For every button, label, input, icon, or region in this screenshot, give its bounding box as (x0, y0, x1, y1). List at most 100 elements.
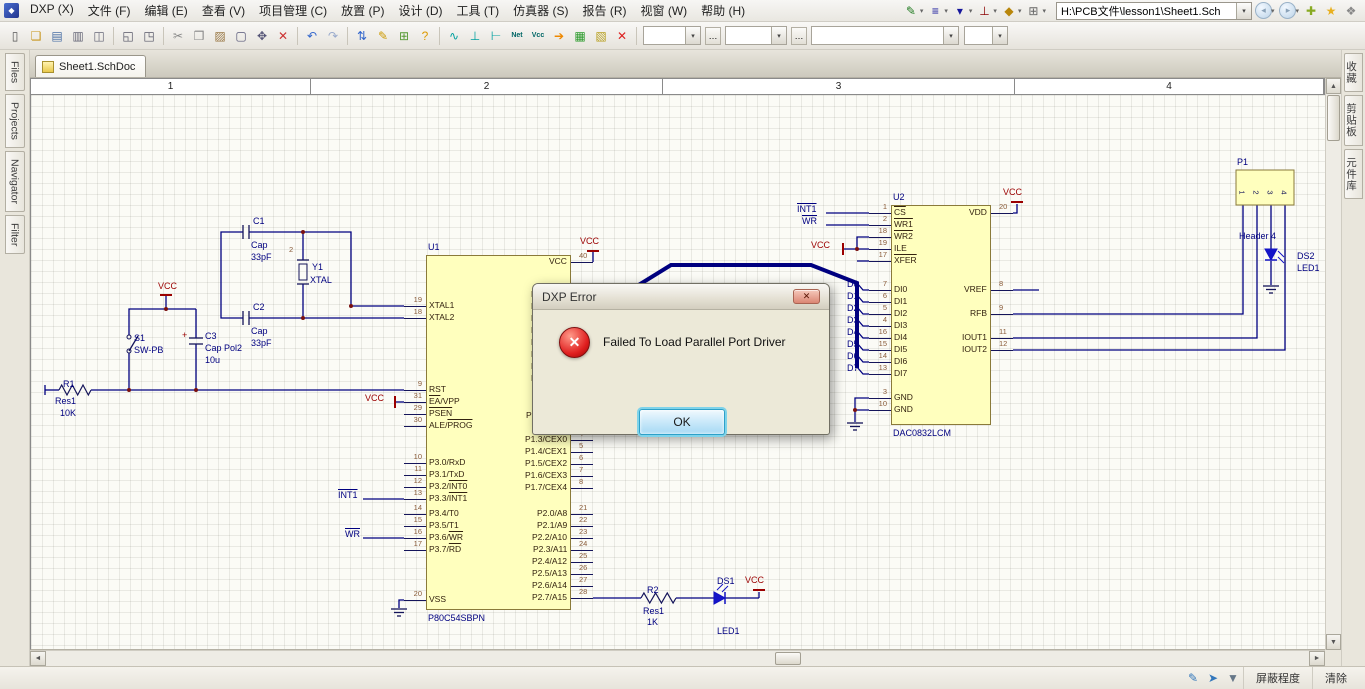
new-document-icon[interactable]: ▯ (5, 26, 25, 45)
close-icon[interactable]: ✕ (793, 289, 820, 304)
toolbar-combo-4[interactable]: ▾ (964, 26, 1008, 45)
dropdown-arrow-icon[interactable]: ▾ (1018, 7, 1022, 15)
menu-item[interactable]: 视窗 (W) (634, 0, 695, 21)
browse-library-icon[interactable]: ⊞ (394, 26, 414, 45)
menu-item[interactable]: 编辑 (E) (137, 0, 194, 21)
capacitor-c2-symbol[interactable] (243, 311, 249, 325)
dropdown-arrow-icon[interactable]: ▾ (920, 7, 924, 15)
address-combo[interactable]: ▾ (1056, 2, 1252, 20)
sim-wave-icon[interactable]: ∿ (444, 26, 464, 45)
place-bus-icon[interactable]: ≡ (925, 1, 945, 20)
net-label-icon[interactable]: Net (507, 26, 527, 45)
clear-selection-icon[interactable]: ✕ (273, 26, 293, 45)
sim-node1-icon[interactable]: ⊥ (465, 26, 485, 45)
place-part-icon[interactable]: ◆ (999, 1, 1019, 20)
stop-icon[interactable]: ✕ (612, 26, 632, 45)
toolbar-combo-3[interactable]: ▾ (811, 26, 959, 45)
dropdown-arrow-icon[interactable]: ▾ (944, 7, 948, 15)
ellipsis-button-2[interactable]: … (791, 27, 807, 45)
edit-icon[interactable]: ✎ (373, 26, 393, 45)
cross-probe-icon[interactable]: ⇅ (352, 26, 372, 45)
dropdown-arrow-icon[interactable]: ▾ (1295, 7, 1299, 15)
open-document-icon[interactable]: ❏ (26, 26, 46, 45)
toolbar-combo-1[interactable]: ▾ (643, 26, 701, 45)
grid-settings-icon[interactable]: ⊞ (1023, 1, 1043, 20)
power-port-icon[interactable]: Vcc (528, 26, 548, 45)
capacitor-c3-symbol[interactable] (189, 338, 203, 344)
menu-item[interactable]: 项目管理 (C) (252, 0, 334, 21)
menu-item[interactable]: 工具 (T) (450, 0, 507, 21)
scroll-left-icon[interactable]: ◄ (30, 651, 46, 666)
menu-item[interactable]: 报告 (R) (576, 0, 634, 21)
home-icon[interactable]: ✚ (1301, 1, 1321, 20)
menu-item[interactable]: 放置 (P) (334, 0, 391, 21)
select-area-icon[interactable]: ▢ (231, 26, 251, 45)
panel-tab-navigator[interactable]: Navigator (5, 151, 25, 212)
zoom-fit-icon[interactable]: ◳ (139, 26, 159, 45)
dropdown-arrow-icon[interactable]: ▾ (1271, 7, 1275, 15)
menu-item[interactable]: 查看 (V) (195, 0, 252, 21)
panel-tab[interactable]: 收藏 (1344, 53, 1363, 92)
led-ds1-symbol[interactable] (714, 584, 728, 604)
panel-tab[interactable]: 元件库 (1344, 149, 1363, 200)
ellipsis-button-1[interactable]: … (705, 27, 721, 45)
chevron-down-icon[interactable]: ▾ (992, 27, 1007, 44)
menu-item[interactable]: 文件 (F) (81, 0, 138, 21)
scroll-up-icon[interactable]: ▲ (1326, 78, 1341, 94)
panels-icon[interactable]: ❖ (1341, 1, 1361, 20)
panel-tab-files[interactable]: Files (5, 53, 25, 91)
vertical-scroll-thumb[interactable] (1327, 95, 1340, 141)
print-preview-icon[interactable]: ◫ (89, 26, 109, 45)
clear-button[interactable]: 清除 (1312, 667, 1359, 689)
dropdown-arrow-icon[interactable]: ▾ (969, 7, 973, 15)
dialog-title-bar[interactable]: DXP Error ✕ (533, 284, 829, 310)
status-filter-icon[interactable]: ▼ (1223, 669, 1243, 688)
matrix-icon[interactable]: ▦ (570, 26, 590, 45)
led-ds2-symbol[interactable] (1265, 249, 1284, 263)
save-icon[interactable]: ▤ (47, 26, 67, 45)
address-input[interactable] (1057, 5, 1236, 17)
redo-icon[interactable]: ↷ (323, 26, 343, 45)
undo-icon[interactable]: ↶ (302, 26, 322, 45)
panel-tab-projects[interactable]: Projects (5, 94, 25, 148)
chevron-down-icon[interactable]: ▾ (771, 27, 786, 44)
zoom-window-icon[interactable]: ◱ (118, 26, 138, 45)
dropdown-arrow-icon[interactable]: ▾ (1042, 7, 1046, 15)
place-wire-icon[interactable]: ✎ (901, 1, 921, 20)
horizontal-scroll-thumb[interactable] (775, 652, 801, 665)
copy-icon[interactable]: ❒ (189, 26, 209, 45)
cut-icon[interactable]: ✂ (168, 26, 188, 45)
favorites-icon[interactable]: ★ (1321, 1, 1341, 20)
capacitor-c1-symbol[interactable] (243, 225, 249, 239)
toolbar-combo-2[interactable]: ▾ (725, 26, 787, 45)
crystal-y1-symbol[interactable] (297, 260, 309, 284)
menu-item[interactable]: 设计 (D) (392, 0, 450, 21)
sheet-icon[interactable]: ▧ (591, 26, 611, 45)
status-jump-icon[interactable]: ➤ (1203, 669, 1223, 688)
move-icon[interactable]: ✥ (252, 26, 272, 45)
ok-button[interactable]: OK (639, 409, 725, 435)
help-icon[interactable]: ? (415, 26, 435, 45)
paste-icon[interactable]: ▨ (210, 26, 230, 45)
header-p1-symbol[interactable] (1236, 170, 1294, 205)
horizontal-scrollbar[interactable]: ◄ ► (30, 650, 1325, 666)
status-edit-icon[interactable]: ✎ (1183, 669, 1203, 688)
menu-item[interactable]: 仿真器 (S) (506, 0, 575, 21)
scroll-right-icon[interactable]: ► (1309, 651, 1325, 666)
place-power-port-icon[interactable]: ⊥ (974, 1, 994, 20)
chevron-down-icon[interactable]: ▾ (1236, 3, 1251, 19)
menu-item[interactable]: 帮助 (H) (694, 0, 752, 21)
dropdown-arrow-icon[interactable]: ▾ (993, 7, 997, 15)
panel-tab[interactable]: 剪贴板 (1344, 95, 1363, 146)
menu-item[interactable]: DXP (X) (23, 0, 81, 21)
back-button[interactable]: ◂ (1255, 2, 1272, 19)
vertical-scrollbar[interactable]: ▲ ▼ (1325, 78, 1341, 650)
tab-sheet1-schdoc[interactable]: Sheet1.SchDoc (35, 55, 146, 77)
chevron-down-icon[interactable]: ▾ (685, 27, 700, 44)
scroll-down-icon[interactable]: ▼ (1326, 634, 1341, 650)
place-directive-icon[interactable]: ▾ (950, 1, 970, 20)
print-icon[interactable]: ▥ (68, 26, 88, 45)
forward-button[interactable]: ▸ (1279, 2, 1296, 19)
run-icon[interactable]: ➔ (549, 26, 569, 45)
mask-level-button[interactable]: 屏蔽程度 (1243, 667, 1312, 689)
